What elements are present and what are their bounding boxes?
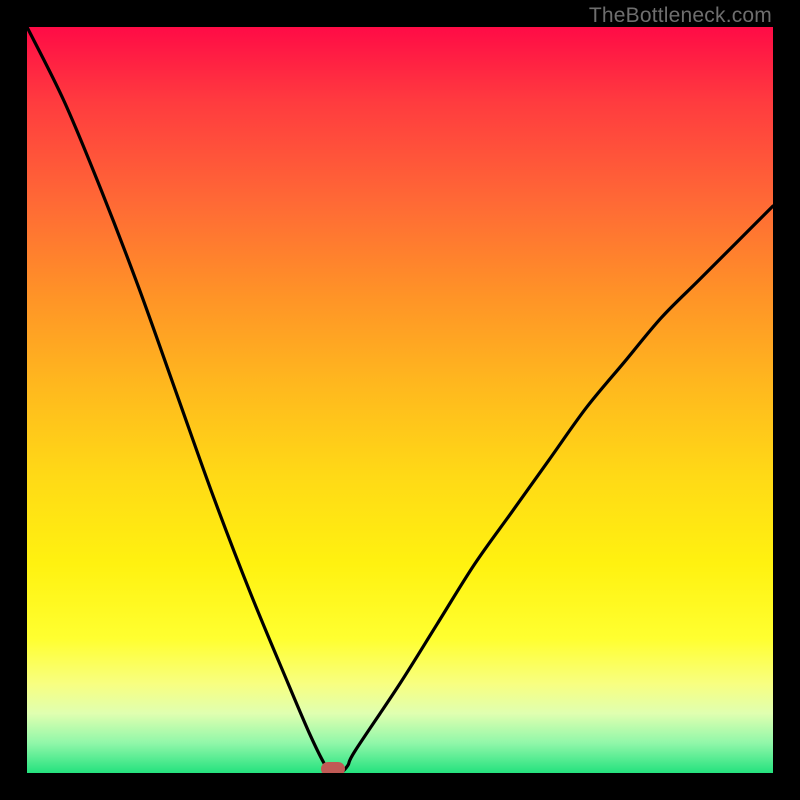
plot-area (27, 27, 773, 773)
plot-background-gradient (27, 27, 773, 773)
watermark-text: TheBottleneck.com (589, 4, 772, 28)
chart-frame: TheBottleneck.com (0, 0, 800, 800)
minimum-marker (321, 762, 345, 773)
